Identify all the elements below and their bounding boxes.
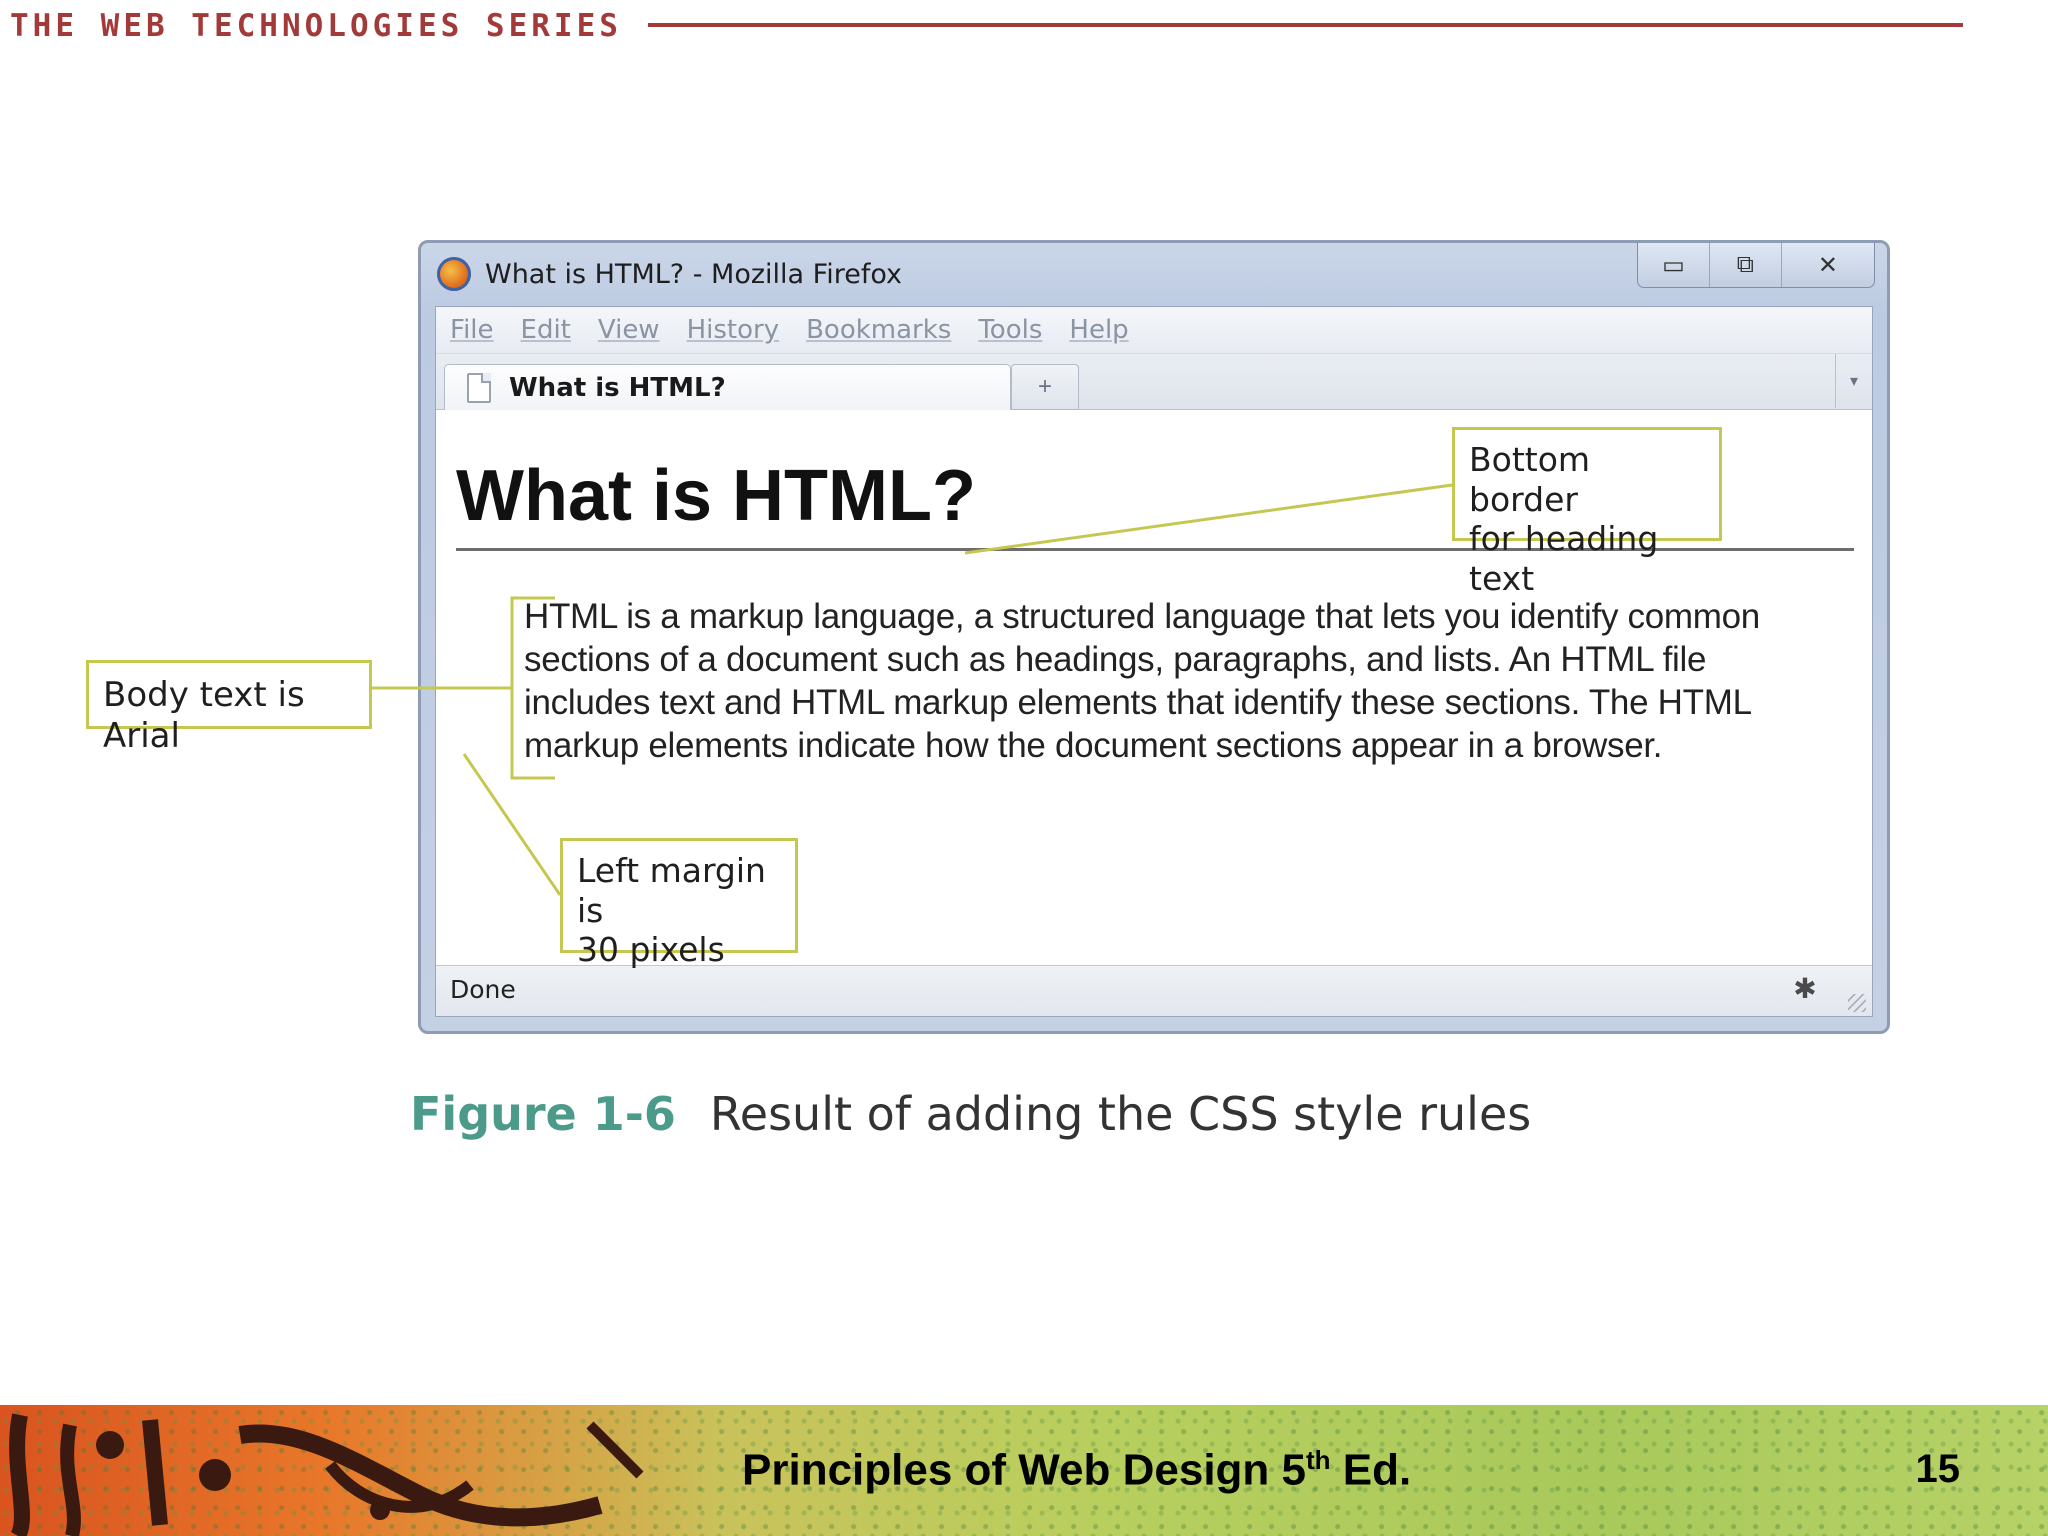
menu-view[interactable]: View <box>598 315 660 345</box>
menu-edit[interactable]: Edit <box>521 315 571 345</box>
callout-line: Bottom border <box>1469 440 1591 519</box>
callout-line: Body text is Arial <box>103 675 305 756</box>
menu-help[interactable]: Help <box>1069 315 1128 345</box>
tab-list-button[interactable]: ▾ <box>1835 354 1872 408</box>
callout-line: for heading text <box>1469 519 1659 598</box>
resize-grip-icon[interactable] <box>1848 994 1866 1012</box>
paragraph-line: includes text and HTML markup elements t… <box>524 683 1752 722</box>
tab-label: What is HTML? <box>509 373 726 403</box>
footer-title-main: Principles of Web Design 5 <box>742 1445 1306 1495</box>
restore-button[interactable]: ⧉ <box>1710 243 1782 287</box>
menu-tools[interactable]: Tools <box>978 315 1042 345</box>
callout-bottom-border: Bottom border for heading text <box>1452 427 1722 598</box>
callout-line: 30 pixels <box>577 930 725 970</box>
series-title: THE WEB TECHNOLOGIES SERIES <box>10 8 622 44</box>
menu-file[interactable]: File <box>450 315 494 345</box>
new-tab-button[interactable]: + <box>1011 364 1079 410</box>
menu-bar: File Edit View History Bookmarks Tools H… <box>436 307 1872 354</box>
firebug-icon[interactable]: ✱ <box>1790 974 1820 1004</box>
close-button[interactable]: ✕ <box>1782 243 1874 287</box>
callout-left-margin: Left margin is 30 pixels <box>560 838 798 969</box>
minimize-button[interactable]: ▭ <box>1638 243 1710 287</box>
figure-label: Figure 1-6 <box>410 1087 676 1141</box>
page-number: 15 <box>1915 1447 1961 1491</box>
series-rule <box>648 23 1963 27</box>
status-bar: Done ✱ <box>436 965 1872 1016</box>
figure-caption: Figure 1-6 Result of adding the CSS style… <box>410 1087 1531 1141</box>
paragraph-line: sections of a document such as headings,… <box>524 640 1707 679</box>
body-paragraph: HTML is a markup language, a structured … <box>524 595 1814 767</box>
page-icon <box>467 373 491 403</box>
status-text: Done <box>450 975 516 1004</box>
footer-title-sup: th <box>1306 1445 1331 1475</box>
paragraph-line: HTML is a markup language, a structured … <box>524 597 1760 636</box>
tab-what-is-html[interactable]: What is HTML? <box>444 364 1011 411</box>
callout-line: Left margin is <box>577 851 766 930</box>
footer-band: Principles of Web Design 5th Ed. 15 <box>0 1405 2048 1536</box>
menu-bookmarks[interactable]: Bookmarks <box>806 315 951 345</box>
footer-decorative-art <box>9 1413 644 1536</box>
tab-bar: What is HTML? + ▾ <box>436 354 1872 411</box>
footer-book-title: Principles of Web Design 5th Ed. <box>742 1445 1411 1496</box>
window-title: What is HTML? - Mozilla Firefox <box>485 259 903 290</box>
firefox-icon <box>437 257 471 291</box>
callout-body-text: Body text is Arial <box>86 660 372 756</box>
footer-title-end: Ed. <box>1330 1445 1412 1495</box>
menu-history[interactable]: History <box>687 315 780 345</box>
title-bar: What is HTML? - Mozilla Firefox ▭ ⧉ ✕ <box>421 243 1887 305</box>
figure-caption-text: Result of adding the CSS style rules <box>709 1087 1532 1141</box>
paragraph-line: markup elements indicate how the documen… <box>524 726 1663 765</box>
window-controls: ▭ ⧉ ✕ <box>1637 243 1875 288</box>
page-heading: What is HTML? <box>456 456 976 536</box>
